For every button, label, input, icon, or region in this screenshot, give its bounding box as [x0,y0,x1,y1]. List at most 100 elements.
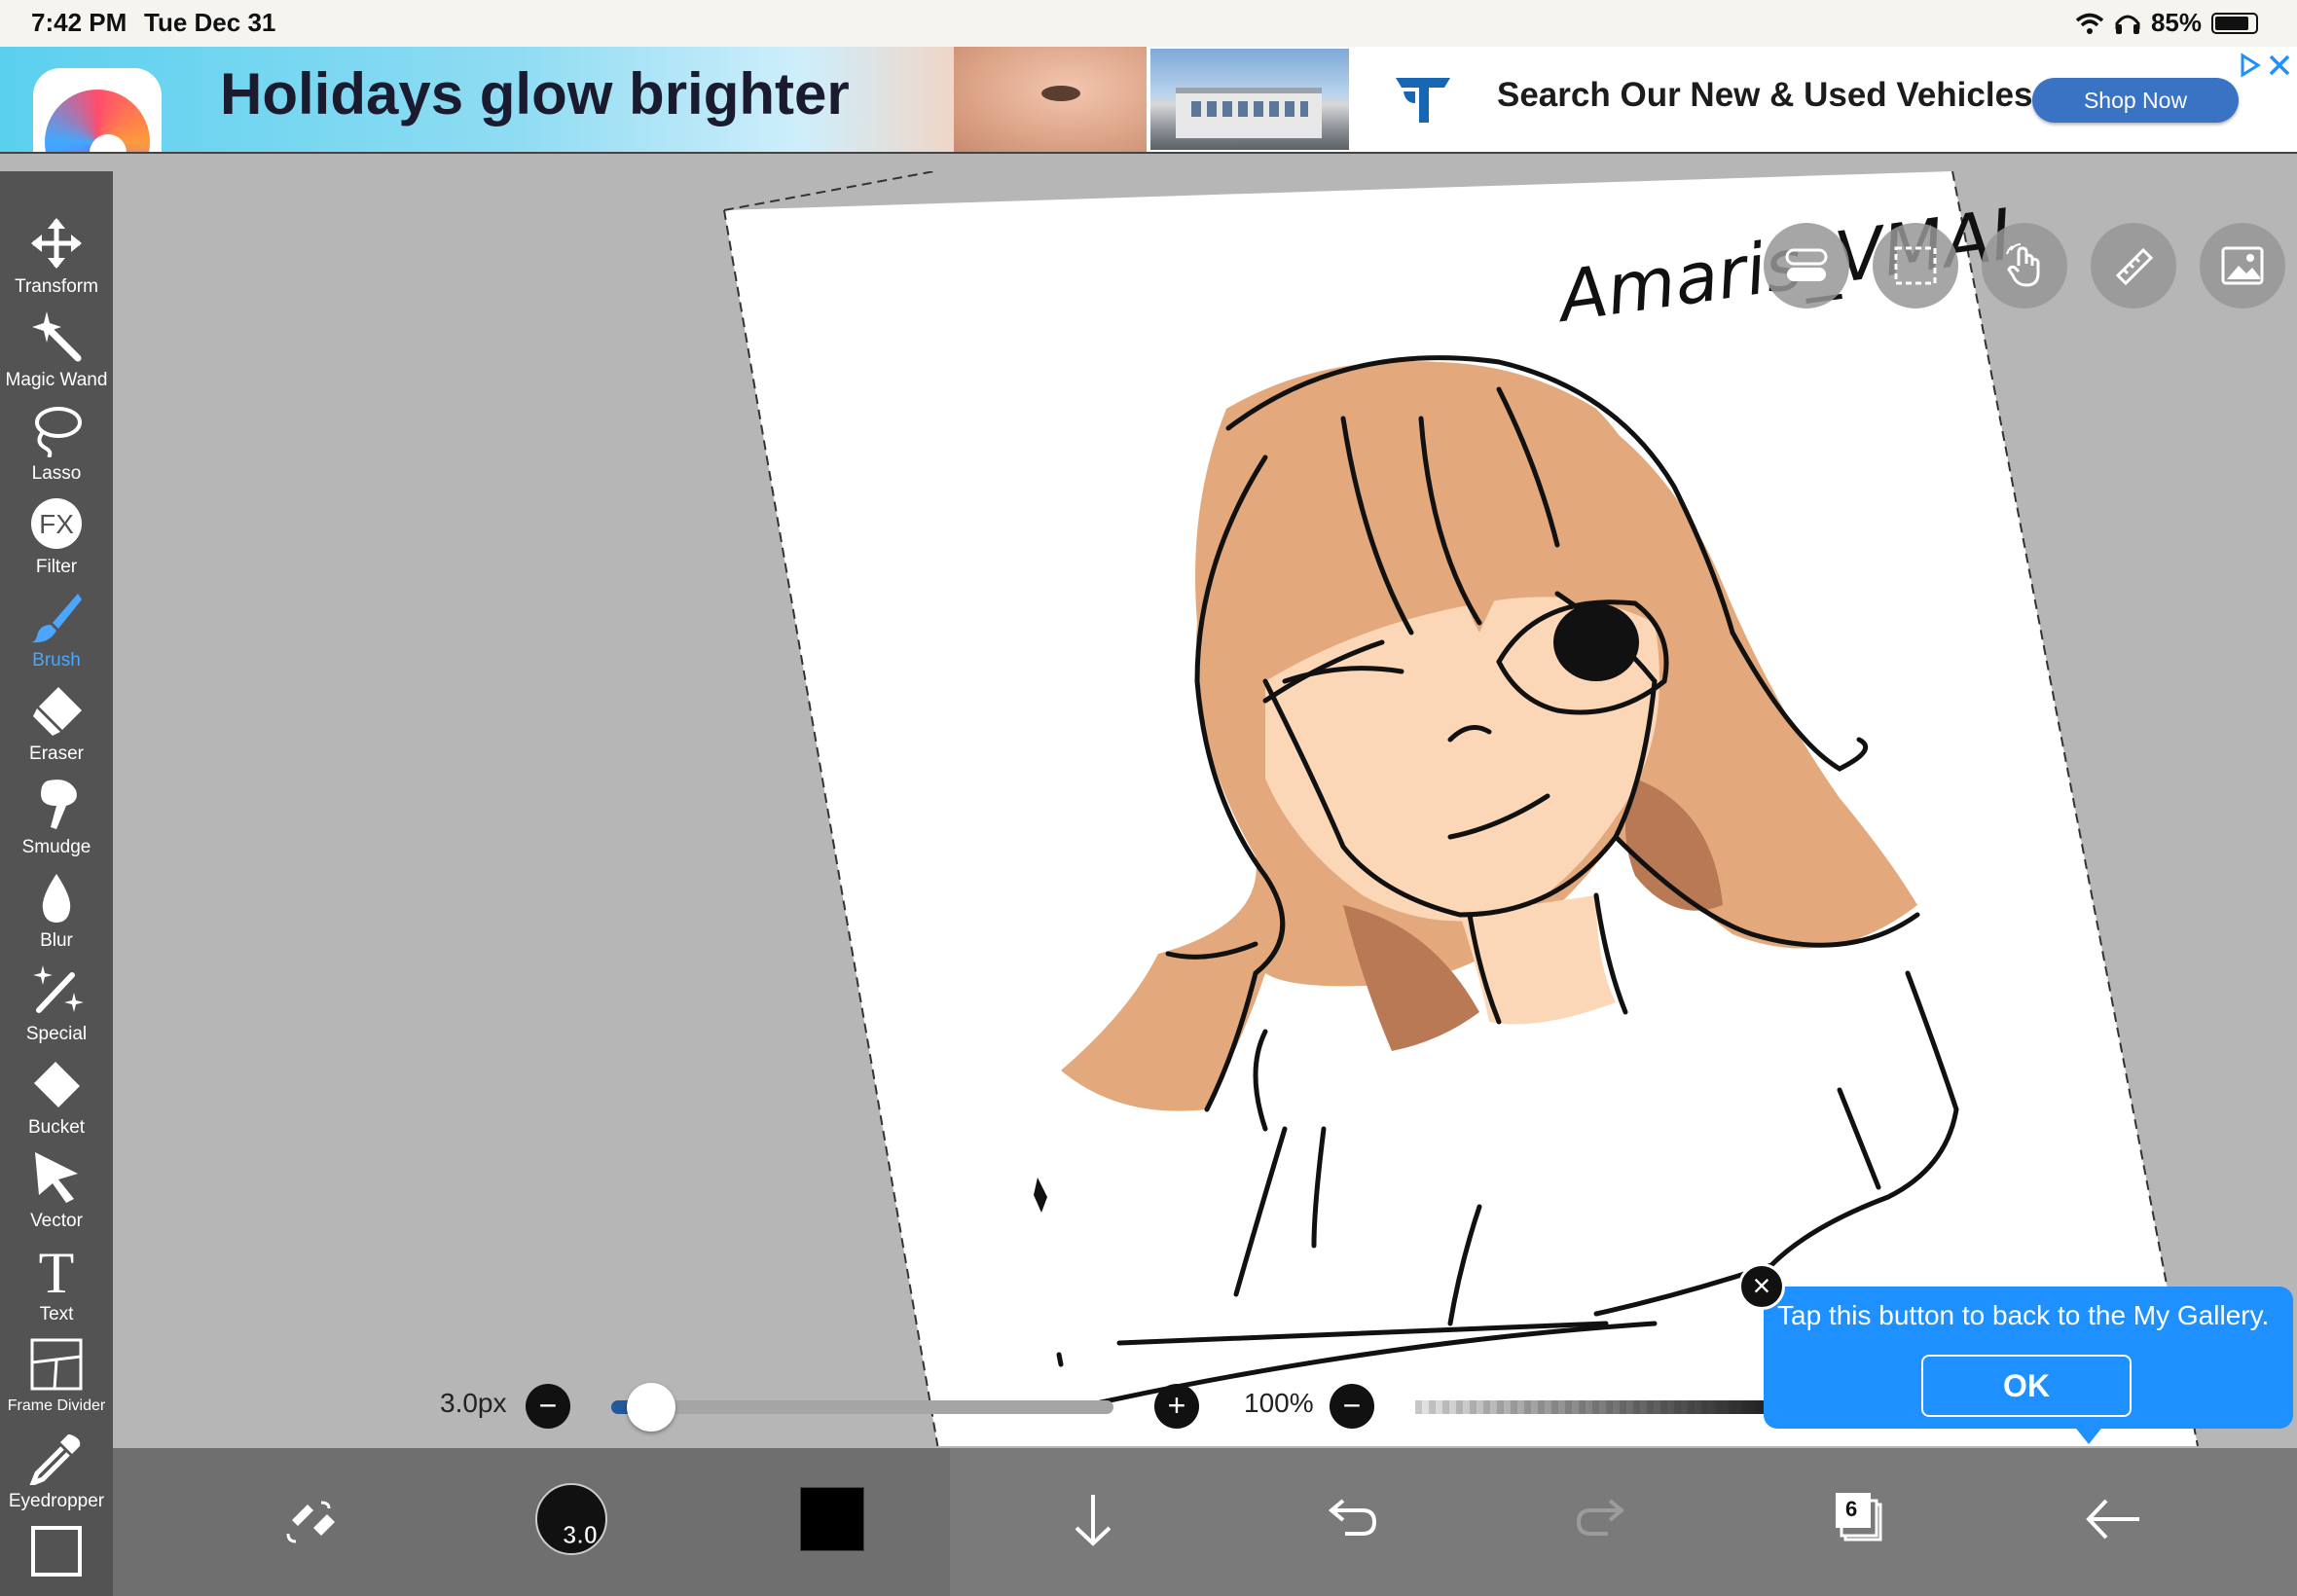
battery-fill [2215,16,2248,30]
material-button[interactable] [2200,223,2285,308]
tool-canvas[interactable] [0,1524,113,1582]
magic-wand-icon [32,311,82,362]
ad-model-eye [1041,86,1080,101]
opacity-minus-button[interactable]: − [1330,1384,1374,1429]
image-icon [2221,246,2264,285]
tool-label: Brush [32,650,81,671]
tool-frame-divider[interactable]: Frame Divider [0,1337,113,1427]
battery-icon [2211,12,2258,34]
lasso-icon [35,407,82,457]
tool-label: Transform [15,276,98,297]
tool-filter[interactable]: FX Filter [0,496,113,586]
eraser-icon [33,687,82,736]
tool-label: Bucket [27,1117,86,1138]
tool-eyedropper[interactable]: Eyedropper [0,1431,113,1520]
text-tool-glyph: T [39,1244,75,1298]
tool-label: Eyedropper [8,1491,105,1511]
current-color-swatch [800,1487,864,1551]
layers-toggle-icon [1785,248,1828,281]
ad-close-icon[interactable] [2268,53,2291,78]
tooltip-text: Tap this button to back to the My Galler… [1777,1300,2270,1330]
selection-button[interactable] [1873,223,1958,308]
ad-app-icon [33,68,162,152]
status-bar: 7:42 PM Tue Dec 31 85% [0,0,2297,47]
brush-eraser-swap-button[interactable] [267,1475,354,1563]
canvas-area[interactable]: Amaris_VMAI [113,171,2297,1446]
brush-size-slider-thumb[interactable] [627,1383,676,1432]
brush-icon [31,594,82,643]
tool-vector[interactable]: Vector [0,1150,113,1240]
tool-label: Blur [40,930,73,951]
ad-headline: Holidays glow brighter [220,61,850,127]
tool-magic-wand[interactable]: Magic Wand [0,309,113,399]
undo-icon [1328,1499,1377,1536]
tool-eraser[interactable]: Eraser [0,683,113,773]
layer-visibility-button[interactable] [1764,223,1849,308]
tool-brush[interactable]: Brush [0,590,113,679]
text-icon: T [39,1244,75,1298]
tool-transform[interactable]: Transform [0,216,113,306]
shop-now-button[interactable]: Shop Now [2032,78,2239,123]
tool-smudge[interactable]: Smudge [0,777,113,866]
hand-touch-icon [2006,243,2040,287]
special-icon [33,965,84,1013]
tool-text[interactable]: T Text [0,1244,113,1333]
tool-label: Magic Wand [5,370,108,390]
save-download-button[interactable] [1049,1475,1137,1563]
headphones-icon [2115,15,2140,34]
tool-label: Filter [35,557,78,577]
opacity-slider-fill [1415,1400,1766,1414]
color-picker-button[interactable] [788,1475,876,1563]
tool-label: Eraser [29,744,84,764]
ruler-button[interactable] [2091,223,2176,308]
canvas-border [723,171,935,211]
tool-special[interactable]: Special [0,963,113,1053]
eyedropper-icon [29,1434,81,1485]
tool-bucket[interactable]: Bucket [0,1057,113,1146]
tool-label: Frame Divider [7,1397,106,1414]
brush-size-minus-button[interactable]: − [526,1384,570,1429]
arrow-down-icon [1075,1495,1112,1546]
eye-iris [1553,603,1639,681]
opacity-value: 100% [1244,1388,1314,1418]
back-to-gallery-button[interactable] [2069,1475,2157,1563]
bucket-icon [31,1059,80,1107]
ad-text: Search Our New & Used Vehicles [1497,76,2033,114]
tooltip-close-button[interactable]: × [1738,1263,1785,1310]
drawing-canvas[interactable]: Amaris_VMAI [113,171,2297,1446]
brush-eraser-swap-icon [286,1501,335,1543]
brush-size-plus-button[interactable]: + [1154,1384,1199,1429]
ad-dealership-windows [1191,101,1308,117]
tool-label: Text [39,1304,74,1324]
tool-blur[interactable]: Blur [0,870,113,960]
status-time: 7:42 PM [31,8,128,37]
tooltip-ok-button[interactable]: OK [1921,1355,2132,1417]
ad-banner[interactable]: Holidays glow brighter Search Our New & … [0,47,2297,154]
layers-button[interactable]: 6 [1816,1475,1904,1563]
bottom-toolbar: 3.0 6 [113,1448,2297,1596]
tool-lasso[interactable]: Lasso [0,403,113,492]
tooltip-arrow [2073,1425,2104,1444]
smudge-icon [41,780,77,829]
arrow-left-icon [2086,1499,2139,1540]
dealer-logo-icon [1396,78,1450,123]
battery-percent: 85% [2150,8,2202,37]
tool-label: Lasso [31,463,82,484]
brush-size-slider[interactable] [611,1400,1113,1414]
ad-choices-icon[interactable] [2239,53,2262,78]
brush-size-preview-button[interactable]: 3.0 [528,1475,615,1563]
transform-icon [31,218,82,269]
redo-icon [1576,1499,1625,1536]
vector-arrow-icon [35,1152,78,1203]
undo-button[interactable] [1306,1475,1394,1563]
frame-divider-icon [30,1338,83,1391]
hand-tool-button[interactable] [1982,223,2067,308]
brush-size-value: 3.0px [440,1388,507,1418]
brush-size-preview-value: 3.0 [562,1520,599,1550]
opacity-slider[interactable] [1415,1400,1766,1414]
redo-button[interactable] [1559,1475,1647,1563]
selection-marquee-icon [1894,246,1937,285]
left-toolbar: Transform Magic Wand Lasso FX Filter Bru… [0,171,113,1596]
ruler-icon [2115,247,2154,286]
filter-fx-icon: FX [31,498,82,549]
